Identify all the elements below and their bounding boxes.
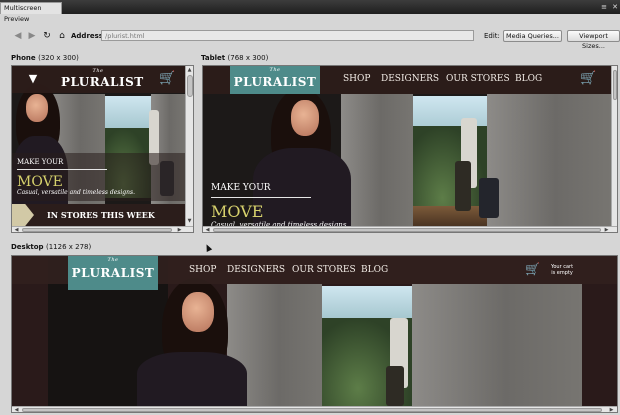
forward-icon[interactable]: ▶: [27, 31, 37, 41]
site-logo[interactable]: The PLURALIST: [230, 66, 320, 94]
phone-site-header: ▼ The PLURALIST 🛒: [12, 66, 185, 93]
window-tab[interactable]: Multiscreen Preview: [0, 2, 62, 23]
scroll-thumb[interactable]: [22, 228, 172, 232]
cart-icon[interactable]: 🛒: [580, 71, 596, 86]
promo-tagline: Casual, versatile and timeless designs.: [17, 189, 135, 196]
media-queries-button[interactable]: Media Queries...: [503, 30, 562, 42]
close-icon[interactable]: ✕: [611, 3, 619, 11]
nav-blog[interactable]: BLOG: [361, 265, 388, 275]
scroll-down-icon[interactable]: ▼: [186, 218, 193, 224]
in-stores-banner[interactable]: IN STORES THIS WEEK: [12, 204, 185, 226]
scroll-left-icon[interactable]: ◀: [204, 227, 211, 232]
toolbar: ◀ ▶ ↻ ⌂ Address: Edit: Media Queries... …: [0, 28, 620, 50]
tablet-preview[interactable]: The PLURALIST SHOP DESIGNERS OUR STORES …: [202, 65, 618, 233]
nav-blog[interactable]: BLOG: [515, 74, 542, 84]
site-logo[interactable]: The PLURALIST: [68, 256, 158, 290]
nav-our-stores[interactable]: OUR STORES: [446, 74, 510, 84]
scroll-left-icon[interactable]: ◀: [13, 227, 20, 232]
scroll-right-icon[interactable]: ▶: [176, 227, 183, 232]
home-icon[interactable]: ⌂: [57, 31, 67, 41]
phone-vertical-scrollbar[interactable]: ▲ ▼: [185, 66, 193, 226]
back-icon[interactable]: ◀: [13, 31, 23, 41]
banner-arrow-icon: [12, 204, 34, 226]
cart-status-line-2: is empty: [551, 270, 573, 276]
phone-horizontal-scrollbar[interactable]: ◀ ▶: [12, 226, 193, 232]
scroll-right-icon[interactable]: ▶: [608, 407, 615, 412]
promo-move: MOVE: [17, 174, 63, 190]
promo-move: MOVE: [211, 202, 264, 221]
phone-preview[interactable]: ▼ The PLURALIST 🛒 MAKE YOUR MOVE Casual,…: [11, 65, 194, 233]
desktop-label: Desktop (1126 x 278): [11, 243, 92, 251]
desktop-horizontal-scrollbar[interactable]: ◀ ▶: [12, 406, 617, 412]
nav-designers[interactable]: DESIGNERS: [381, 74, 439, 84]
in-stores-label: IN STORES THIS WEEK: [47, 210, 155, 220]
menu-icon[interactable]: ≡: [600, 3, 608, 11]
address-input[interactable]: [101, 30, 474, 41]
desktop-site-header: The PLURALIST SHOP DESIGNERS OUR STORES …: [12, 256, 617, 290]
edit-label: Edit:: [484, 32, 500, 40]
nav-shop[interactable]: SHOP: [343, 74, 370, 84]
tablet-horizontal-scrollbar[interactable]: ◀ ▶: [203, 226, 617, 232]
promo-make-your: MAKE YOUR: [211, 183, 271, 193]
tablet-vertical-scrollbar[interactable]: [611, 66, 617, 226]
scroll-thumb[interactable]: [22, 408, 602, 412]
phone-label: Phone (320 x 300): [11, 54, 79, 62]
scroll-thumb[interactable]: [613, 70, 617, 100]
viewport-sizes-button[interactable]: Viewport Sizes...: [567, 30, 620, 50]
mouse-cursor-icon: [203, 243, 213, 252]
scroll-thumb[interactable]: [187, 75, 193, 97]
scroll-thumb[interactable]: [213, 228, 601, 232]
window-titlebar: Multiscreen Preview ≡ ✕: [0, 0, 620, 23]
nav-shop[interactable]: SHOP: [189, 265, 216, 275]
cart-icon[interactable]: 🛒: [159, 71, 175, 86]
site-logo[interactable]: The PLURALIST: [61, 67, 143, 92]
tablet-site-header: The PLURALIST SHOP DESIGNERS OUR STORES …: [203, 66, 611, 94]
scroll-right-icon[interactable]: ▶: [603, 227, 610, 232]
cart-icon[interactable]: 🛒: [525, 262, 540, 276]
refresh-icon[interactable]: ↻: [42, 31, 52, 41]
nav-designers[interactable]: DESIGNERS: [227, 265, 285, 275]
promo-make-your: MAKE YOUR: [17, 158, 64, 166]
desktop-preview[interactable]: The PLURALIST SHOP DESIGNERS OUR STORES …: [11, 255, 618, 413]
nav-our-stores[interactable]: OUR STORES: [292, 265, 356, 275]
promo-divider: [211, 197, 311, 198]
tablet-label: Tablet (768 x 300): [201, 54, 269, 62]
menu-toggle-icon[interactable]: ▼: [26, 72, 40, 86]
promo-divider: [17, 169, 107, 170]
scroll-up-icon[interactable]: ▲: [186, 67, 193, 73]
scroll-left-icon[interactable]: ◀: [13, 407, 20, 412]
cart-status: Your cart is empty: [546, 264, 578, 276]
